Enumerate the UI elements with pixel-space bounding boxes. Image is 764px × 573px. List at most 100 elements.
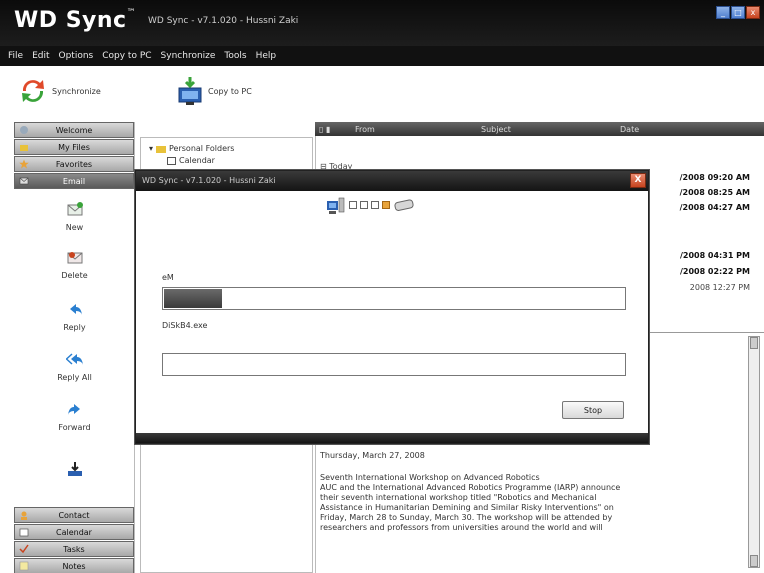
current-file-text: DiSkB4.exe [162,321,208,330]
computer-icon [327,197,345,214]
new-mail-icon [67,202,83,216]
menu-copy-to-pc[interactable]: Copy to PC [102,51,151,61]
progress-dot [382,201,390,209]
preview-line: AUC and the International Advanced Robot… [320,483,621,492]
toolbar: Synchronize Copy to PC [0,66,764,118]
progress-dot [371,201,379,209]
new-mail-button[interactable]: New [14,200,135,232]
close-icon[interactable]: x [746,6,760,19]
forward-button[interactable]: Forward [14,400,135,432]
overall-progress-bar [162,287,626,310]
nav-tab-contact[interactable]: Contact [14,507,134,523]
nav-tab-label: Notes [62,561,86,571]
tree-item-personal-folders[interactable]: ▾ Personal Folders [149,144,234,153]
send-receive-button[interactable] [14,460,135,483]
message-date[interactable]: /2008 04:31 PM [680,251,750,260]
dialog-footer [136,433,648,443]
minimize-icon[interactable]: _ [716,6,730,19]
scroll-up-icon[interactable] [750,337,758,349]
message-date[interactable]: 2008 12:27 PM [690,283,750,292]
dialog-title-bar: WD Sync - v7.1.020 - Hussni Zaki X [136,171,648,191]
menu-help[interactable]: Help [256,51,277,61]
menu-edit[interactable]: Edit [32,51,49,61]
dialog-close-button[interactable]: X [630,173,646,188]
synchronize-icon [22,80,44,102]
preview-line: researchers and professors from universi… [320,523,603,532]
message-date[interactable]: /2008 04:27 AM [680,203,750,212]
nav-tab-label: My Files [58,142,90,152]
transfer-animation [326,195,417,215]
message-date[interactable]: /2008 02:22 PM [680,267,750,276]
synchronize-button[interactable]: Synchronize [18,76,101,106]
menu-bar: File Edit Options Copy to PC Synchronize… [0,46,764,66]
preview-line: their seventh international workshop tit… [320,493,597,502]
menu-file[interactable]: File [8,51,23,61]
nav-tab-calendar[interactable]: Calendar [14,524,134,540]
nav-tab-label: Welcome [55,125,93,135]
menu-tools[interactable]: Tools [224,51,246,61]
app-brand: WD Sync™ [14,8,136,33]
column-date[interactable]: Date [620,125,639,134]
maximize-icon[interactable]: □ [731,6,745,19]
menu-options[interactable]: Options [59,51,94,61]
dialog-body: eM DiSkB4.exe Stop [136,191,648,433]
menu-synchronize[interactable]: Synchronize [161,51,216,61]
preview-line: Seventh International Workshop on Advanc… [320,473,540,482]
sync-status-text: eM [162,273,174,282]
nav-tab-label: Email [62,176,86,186]
delete-mail-icon [67,252,82,264]
message-list-header: ▯ ▮ From Subject Date [315,122,764,136]
navigation-sidebar: Welcome My Files Favorites Email New Del… [14,122,135,573]
progress-dot [360,201,368,209]
email-actions-panel: New Delete Reply Reply All Forward [14,190,135,519]
scroll-down-icon[interactable] [750,555,758,567]
copy-to-pc-icon [178,77,202,105]
nav-tab-notes[interactable]: Notes [14,558,134,573]
tree-item-label: Calendar [179,156,215,165]
nav-tab-welcome[interactable]: Welcome [14,122,134,138]
action-label: Delete [61,271,88,280]
dialog-title: WD Sync - v7.1.020 - Hussni Zaki [142,176,276,185]
brand-name: WD Sync [14,8,127,33]
forward-icon [67,404,80,415]
preview-line: Assistance in Humanitarian Demining and … [320,503,614,512]
sync-progress-dialog: WD Sync - v7.1.020 - Hussni Zaki X eM Di… [135,170,649,444]
reply-all-icon [64,353,83,365]
nav-tab-label: Favorites [55,159,93,169]
progress-dot [349,201,357,209]
nav-tab-email[interactable]: Email [14,173,134,189]
trademark: ™ [126,8,137,18]
window-controls: _ □ x [716,6,760,19]
tree-item-calendar[interactable]: Calendar [167,156,215,165]
reply-button[interactable]: Reply [14,300,135,332]
copy-to-pc-label: Copy to PC [208,86,252,96]
nav-tab-my-files[interactable]: My Files [14,139,134,155]
tree-item-label: Personal Folders [169,144,235,153]
title-bar: WD Sync™ WD Sync - v7.1.020 - Hussni Zak… [0,0,764,46]
send-receive-icon [67,462,82,476]
copy-to-pc-button[interactable]: Copy to PC [176,76,252,106]
nav-tab-favorites[interactable]: Favorites [14,156,134,172]
window-title: WD Sync - v7.1.020 - Hussni Zaki [148,16,299,26]
synchronize-label: Synchronize [52,86,101,96]
stop-button[interactable]: Stop [562,401,624,419]
message-date[interactable]: /2008 08:25 AM [680,188,750,197]
expand-arrow-icon[interactable]: ▾ [149,144,153,153]
action-label: Forward [58,423,91,432]
column-subject[interactable]: Subject [481,125,511,134]
nav-tab-tasks[interactable]: Tasks [14,541,134,557]
nav-tab-label: Calendar [56,527,92,537]
preview-line: Friday, March 28 to Sunday, March 30. Th… [320,513,613,522]
usb-drive-icon [394,199,414,211]
column-icons: ▯ ▮ [319,124,331,134]
progress-fill [164,289,223,308]
folder-icon [156,145,167,153]
delete-mail-button[interactable]: Delete [14,248,135,280]
nav-tab-label: Contact [58,510,90,520]
column-from[interactable]: From [355,125,375,134]
reply-all-button[interactable]: Reply All [14,350,135,382]
preview-scrollbar[interactable] [748,336,760,568]
action-label: Reply All [57,373,92,382]
message-date[interactable]: /2008 09:20 AM [680,173,750,182]
reply-icon [69,304,82,315]
